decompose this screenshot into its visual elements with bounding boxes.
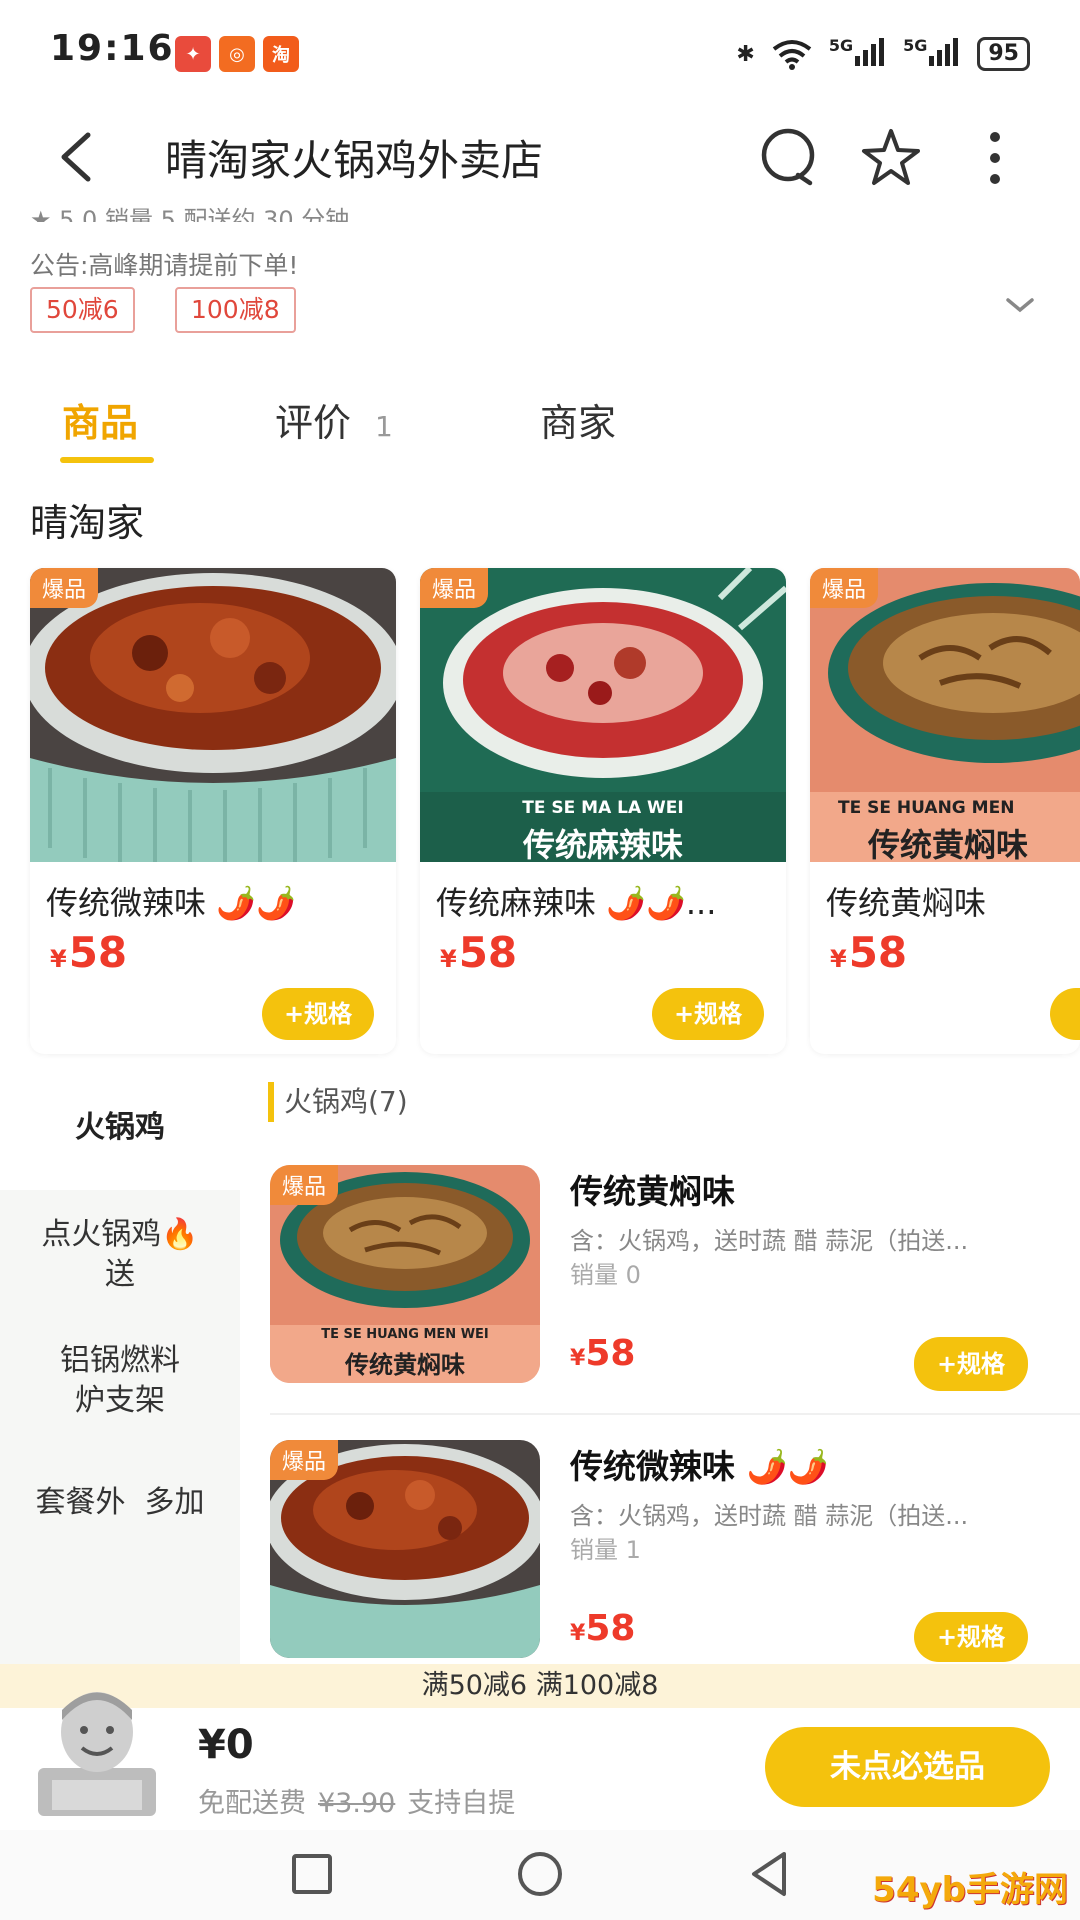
section-title: 火锅鸡(7)	[268, 1082, 408, 1122]
product-image: 爆品 TE SE HUANG MEN WEI 传统黄焖味	[270, 1165, 540, 1383]
status-icons: ✱ 5G 5G 95	[736, 34, 1030, 74]
product-name: 传统麻辣味 🌶️🌶️...	[436, 884, 717, 922]
app-notification-icon: ✦	[175, 36, 211, 72]
select-spec-button[interactable]: +规格	[652, 988, 764, 1040]
image-caption-cn: 传统麻辣味	[522, 826, 683, 862]
product-image: 爆品	[270, 1440, 540, 1658]
image-caption-en: TE SE MA LA WEI	[522, 798, 684, 818]
cart-delivery-info: 免配送费 ¥3.90 支持自提	[198, 1781, 515, 1820]
select-spec-button[interactable]: +规格	[262, 988, 374, 1040]
tab-merchant[interactable]: 商家	[540, 392, 616, 447]
status-bar: 19:16 ✦ ◎ 淘 ✱ 5G 5G 95	[0, 0, 1080, 105]
bluetooth-icon: ✱	[736, 41, 755, 67]
select-spec-button[interactable]: +规格	[914, 1612, 1028, 1662]
tab-reviews[interactable]: 评价 1	[275, 392, 393, 447]
hot-tag: 爆品	[30, 568, 99, 608]
hot-tag: 爆品	[420, 568, 489, 608]
product-name: 传统黄焖味	[570, 1172, 735, 1211]
product-image: 爆品 TE SE MA LA WEI 传统麻辣味	[420, 568, 786, 862]
more-menu-icon[interactable]	[962, 125, 1028, 191]
product-price: ¥58	[830, 928, 908, 977]
app-notification-icon: ◎	[219, 36, 255, 72]
image-caption-en: TE SE HUANG MEN	[838, 798, 1015, 818]
tab-reviews-count: 1	[375, 410, 393, 443]
home-icon[interactable]	[510, 1844, 570, 1904]
store-rating-line: ★ 5.0 销量 5 配送约 30 分钟	[30, 206, 350, 222]
checkout-button[interactable]: 未点必选品	[765, 1727, 1050, 1807]
favorite-star-icon[interactable]	[858, 125, 924, 191]
featured-product-card[interactable]: 爆品 传统微辣味 🌶️🌶️ ¥58 +规格	[30, 568, 396, 1054]
product-description: 含：火锅鸡，送时蔬 醋 蒜泥（拍送...	[570, 1502, 969, 1530]
tab-reviews-label: 评价	[275, 401, 352, 445]
header: 晴淘家火锅鸡外卖店	[0, 105, 1080, 210]
product-name: 传统微辣味 🌶️🌶️	[46, 884, 296, 922]
signal-icon: 5G	[903, 36, 961, 72]
product-description: 含：火锅鸡，送时蔬 醋 蒜泥（拍送...	[570, 1227, 969, 1255]
watermark-logo: 54yb手游网	[872, 1870, 1068, 1910]
select-spec-button[interactable]: +规格	[914, 1337, 1028, 1391]
product-price: ¥58	[570, 1333, 636, 1374]
product-name: 传统微辣味 🌶️🌶️	[570, 1447, 829, 1486]
tab-active-indicator	[60, 457, 154, 463]
hot-tag: 爆品	[270, 1165, 339, 1205]
coupon-badge[interactable]: 50减6	[30, 287, 135, 333]
search-icon[interactable]	[758, 125, 824, 191]
pickup-label: 支持自提	[407, 1788, 516, 1819]
sidebar-item-pot-stand[interactable]: 铝锅燃料炉支架	[0, 1341, 240, 1421]
list-item[interactable]: 爆品 TE SE HUANG MEN WEI 传统黄焖味 传统黄焖味 含：火锅鸡…	[270, 1165, 1060, 1395]
product-image: 爆品	[30, 568, 396, 862]
product-image: 爆品 TE SE HUANG MEN 传统黄焖味	[810, 568, 1080, 862]
original-delivery-fee: ¥3.90	[318, 1788, 396, 1819]
page-title: 晴淘家火锅鸡外卖店	[165, 136, 544, 185]
featured-product-card[interactable]: 爆品 TE SE MA LA WEI 传统麻辣味 传统麻辣味 🌶️🌶️... ¥…	[420, 568, 786, 1054]
image-caption-cn: 传统黄焖味	[345, 1351, 465, 1379]
image-caption-en: TE SE HUANG MEN WEI	[321, 1327, 489, 1342]
sidebar-item-order-gift[interactable]: 点火锅鸡🔥送	[0, 1215, 240, 1295]
status-time: 19:16	[50, 28, 175, 69]
store-notice: 公告:高峰期请提前下单!	[30, 251, 299, 280]
product-name: 传统黄焖味	[826, 884, 987, 922]
image-caption-cn: 传统黄焖味	[868, 826, 1029, 862]
product-price: ¥58	[440, 928, 518, 977]
tab-products[interactable]: 商品	[62, 392, 138, 447]
sidebar-item-extras[interactable]: 套餐外 多加	[0, 1483, 240, 1523]
battery-icon: 95	[977, 37, 1030, 71]
featured-section-title: 晴淘家	[30, 501, 145, 545]
signal-icon: 5G	[829, 36, 887, 72]
select-spec-button[interactable]	[1050, 988, 1080, 1040]
product-price: ¥58	[570, 1608, 636, 1649]
cart-total: ¥0	[198, 1722, 254, 1768]
chevron-down-icon[interactable]	[1000, 290, 1040, 320]
list-item[interactable]: 爆品 传统微辣味 🌶️🌶️ 含：火锅鸡，送时蔬 醋 蒜泥（拍送... 销量 1 …	[270, 1440, 1060, 1664]
recent-apps-icon[interactable]	[282, 1844, 342, 1904]
back-nav-icon[interactable]	[740, 1844, 800, 1904]
hot-tag: 爆品	[810, 568, 879, 608]
taobao-notification-icon: 淘	[263, 36, 299, 72]
back-button[interactable]	[48, 127, 108, 187]
hot-tag: 爆品	[270, 1440, 339, 1480]
wifi-icon	[772, 40, 812, 70]
category-sidebar: 火锅鸡 点火锅鸡🔥送 铝锅燃料炉支架 套餐外 多加	[0, 1075, 240, 1665]
coupon-badge[interactable]: 100减8	[175, 287, 296, 333]
product-price: ¥58	[50, 928, 128, 977]
featured-product-card[interactable]: 爆品 TE SE HUANG MEN 传统黄焖味 传统黄焖味 ¥58	[810, 568, 1080, 1054]
product-sales: 销量 1	[570, 1536, 641, 1564]
product-sales: 销量 0	[570, 1261, 641, 1289]
sidebar-item-hotpot-chicken[interactable]: 火锅鸡	[0, 1108, 240, 1148]
cart-mascot-icon[interactable]	[30, 1680, 165, 1820]
free-delivery-label: 免配送费	[198, 1788, 306, 1819]
divider	[270, 1413, 1080, 1415]
